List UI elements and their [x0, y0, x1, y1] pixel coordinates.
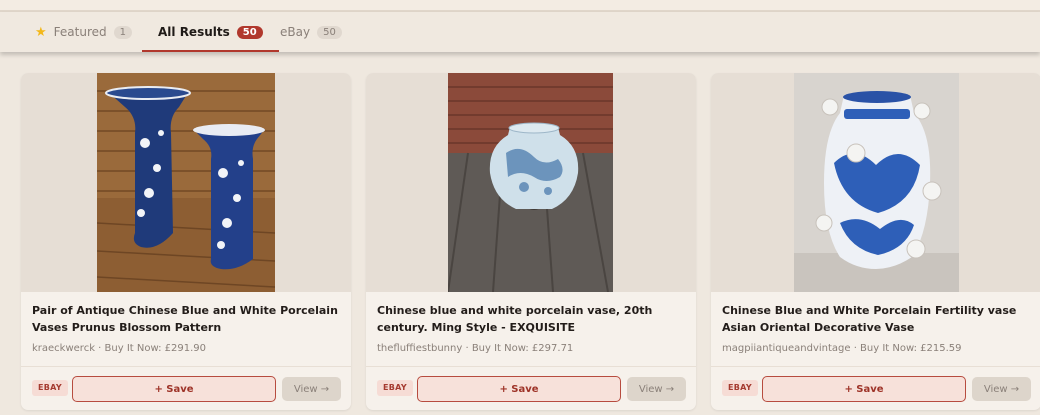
- card-divider: [711, 366, 1040, 367]
- result-card[interactable]: Chinese Blue and White Porcelain Fertili…: [711, 73, 1040, 410]
- result-card[interactable]: Chinese blue and white porcelain vase, 2…: [366, 73, 696, 410]
- product-title[interactable]: Pair of Antique Chinese Blue and White P…: [32, 302, 342, 336]
- seller-price: thefluffiestbunny · Buy It Now: £297.71: [377, 343, 574, 354]
- star-icon: ★: [35, 24, 47, 40]
- source-badge: EBAY: [722, 380, 758, 396]
- tab-ebay-label: eBay: [280, 25, 311, 39]
- tab-featured-count: 1: [113, 25, 132, 39]
- save-button[interactable]: + Save: [72, 376, 276, 402]
- results-tab-bar: ★ Featured 1 All Results 50 eBay 50: [0, 12, 1040, 52]
- card-divider: [366, 366, 696, 367]
- view-button[interactable]: View →: [972, 377, 1031, 401]
- save-button[interactable]: + Save: [762, 376, 966, 402]
- card-divider: [21, 366, 351, 367]
- tab-featured-label: Featured: [53, 25, 107, 39]
- tab-ebay-count: 50: [317, 25, 342, 39]
- product-image[interactable]: [366, 73, 696, 292]
- tab-featured[interactable]: ★ Featured 1: [35, 12, 132, 52]
- tab-all-results-label: All Results: [158, 25, 230, 39]
- product-image[interactable]: [711, 73, 1040, 292]
- product-title[interactable]: Chinese Blue and White Porcelain Fertili…: [722, 302, 1032, 336]
- view-button[interactable]: View →: [282, 377, 341, 401]
- tab-all-results-count: 50: [236, 25, 263, 39]
- product-image[interactable]: [21, 73, 351, 292]
- source-badge: EBAY: [32, 380, 68, 396]
- source-badge: EBAY: [377, 380, 413, 396]
- top-strip: [0, 0, 1040, 12]
- active-tab-indicator: [142, 50, 279, 52]
- view-button[interactable]: View →: [627, 377, 686, 401]
- tab-ebay[interactable]: eBay 50: [280, 12, 342, 52]
- product-title[interactable]: Chinese blue and white porcelain vase, 2…: [377, 302, 687, 336]
- seller-price: kraeckwerck · Buy It Now: £291.90: [32, 343, 206, 354]
- result-card[interactable]: Pair of Antique Chinese Blue and White P…: [21, 73, 351, 410]
- seller-price: magpiiantiqueandvintage · Buy It Now: £2…: [722, 343, 962, 354]
- tab-all-results[interactable]: All Results 50: [142, 12, 279, 52]
- save-button[interactable]: + Save: [417, 376, 621, 402]
